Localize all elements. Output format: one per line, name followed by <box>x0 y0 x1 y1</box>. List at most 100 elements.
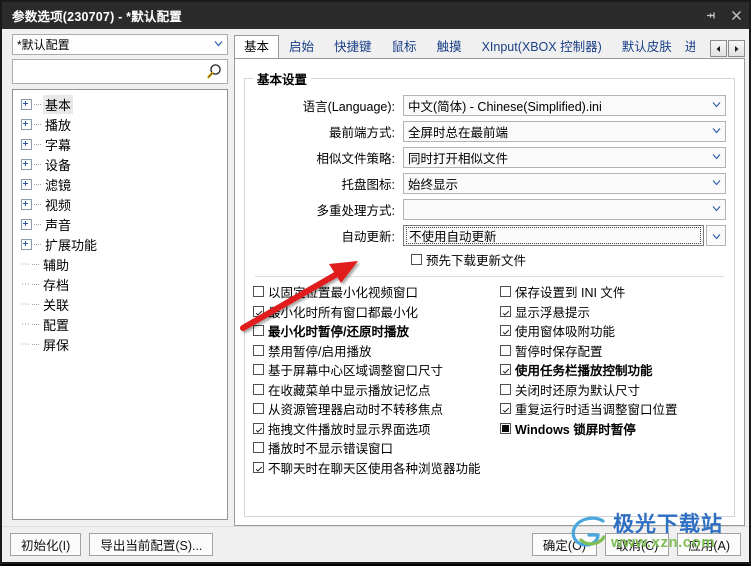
field-combo-valuebox[interactable]: 不使用自动更新 <box>403 225 704 246</box>
ok-button[interactable]: 确定(O) <box>531 533 597 556</box>
settings-tree[interactable]: 基本 播放 字幕 设备 滤镜 视频 声音 扩展功能 ⋯ 辅助 ⋯ 存档 ⋯ 关联 ⋯ 配置 ⋯ 屏保 <box>12 89 228 520</box>
predownload-update-checkbox[interactable]: 预先下载更新文件 <box>411 250 726 269</box>
apply-button[interactable]: 应用(A) <box>677 533 741 556</box>
field-row: 相似文件策略: 同时打开相似文件 <box>253 146 726 169</box>
expand-plus-icon[interactable] <box>21 98 32 110</box>
close-icon[interactable] <box>723 3 749 29</box>
tab-scroll-left-button[interactable] <box>710 40 727 57</box>
tab-scroll-right-button[interactable] <box>728 40 745 57</box>
initialize-button[interactable]: 初始化(I) <box>10 533 82 556</box>
field-combo-focused[interactable]: 不使用自动更新 <box>403 225 726 246</box>
option-checkbox[interactable]: 基于屏幕中心区域调整窗口尺寸 <box>253 360 500 380</box>
tab-4[interactable]: 触摸 <box>427 36 472 58</box>
option-checkbox[interactable]: 暂停时保存配置 <box>500 341 678 361</box>
field-combo[interactable] <box>403 199 726 220</box>
tree-item[interactable]: 设备 <box>13 154 227 174</box>
tree-item[interactable]: 视频 <box>13 194 227 214</box>
checkbox-label: 不聊天时在聊天区使用各种浏览器功能 <box>268 461 481 476</box>
option-checkbox[interactable]: 禁用暂停/启用播放 <box>253 341 500 361</box>
tree-item[interactable]: ⋯ 辅助 <box>13 254 227 274</box>
field-combo-value: 中文(简体) - Chinese(Simplified).ini <box>408 100 602 114</box>
tree-line <box>34 143 41 145</box>
tree-item[interactable]: ⋯ 屏保 <box>13 334 227 354</box>
option-checkbox[interactable]: 从资源管理器启动时不转移焦点 <box>253 399 500 419</box>
cancel-button[interactable]: 取消(C) <box>604 533 670 556</box>
tab-1[interactable]: 启始 <box>279 36 324 58</box>
tab-6[interactable]: 默认皮肤 <box>612 36 682 58</box>
expand-plus-icon[interactable] <box>21 178 32 190</box>
tree-item-label: 屏保 <box>43 337 70 353</box>
option-checkbox[interactable]: 显示浮悬提示 <box>500 302 678 322</box>
profile-select[interactable]: *默认配置 <box>12 34 228 55</box>
field-combo[interactable]: 同时打开相似文件 <box>403 147 726 168</box>
tree-item[interactable]: 声音 <box>13 214 227 234</box>
option-checkbox[interactable]: Windows 锁屏时暂停 <box>500 419 678 439</box>
chevron-down-icon <box>708 178 725 189</box>
field-combo-value: 全屏时总在最前端 <box>408 126 509 140</box>
tree-item[interactable]: 播放 <box>13 114 227 134</box>
checkbox-label: 最小化时暂停/还原时播放 <box>268 325 409 340</box>
field-row: 最前端方式: 全屏时总在最前端 <box>253 120 726 143</box>
option-checkbox[interactable]: 拖拽文件播放时显示界面选项 <box>253 419 500 439</box>
expand-plus-icon[interactable] <box>21 158 32 170</box>
checkbox-label: 显示浮悬提示 <box>515 305 591 320</box>
field-combo[interactable]: 始终显示 <box>403 173 726 194</box>
tab-7[interactable]: 进 <box>682 36 696 58</box>
checkbox-box <box>253 442 264 454</box>
option-checkbox[interactable]: 在收藏菜单中显示播放记忆点 <box>253 380 500 400</box>
tab-2[interactable]: 快捷键 <box>324 36 382 58</box>
expand-plus-icon[interactable] <box>21 118 32 130</box>
tab-0[interactable]: 基本 <box>234 35 280 58</box>
checkbox-column-left: 以固定位置最小化视频窗口 最小化时所有窗口都最小化最小化时暂停/还原时播放 禁用暂停… <box>253 282 500 477</box>
settings-fields: 语言(Language): 中文(简体) - Chinese(Simplified… <box>253 94 726 247</box>
expand-plus-icon[interactable] <box>21 238 32 250</box>
tree-item[interactable]: ⋯ 存档 <box>13 274 227 294</box>
tab-3[interactable]: 鼠标 <box>382 36 427 58</box>
tab-scroll-buttons <box>710 40 745 57</box>
option-checkbox[interactable]: 保存设置到 INI 文件 <box>500 282 678 302</box>
option-checkbox[interactable]: 以固定位置最小化视频窗口 <box>253 282 500 302</box>
tree-item[interactable]: ⋯ 配置 <box>13 314 227 334</box>
tree-item[interactable]: 基本 <box>13 94 227 114</box>
option-checkbox[interactable]: 重复运行时适当调整窗口位置 <box>500 399 678 419</box>
tree-item[interactable]: 滤镜 <box>13 174 227 194</box>
field-combo-value: 始终显示 <box>408 178 459 192</box>
option-checkbox[interactable]: 最小化时暂停/还原时播放 <box>253 321 500 341</box>
field-combo[interactable]: 中文(简体) - Chinese(Simplified).ini <box>403 95 726 116</box>
tree-line <box>34 103 41 105</box>
checkbox-label: 关闭时还原为默认尺寸 <box>515 383 641 398</box>
option-checkbox[interactable]: 使用任务栏播放控制功能 <box>500 360 678 380</box>
field-combo[interactable]: 全屏时总在最前端 <box>403 121 726 142</box>
checkbox-label: 暂停时保存配置 <box>515 344 603 359</box>
tab-5[interactable]: XInput(XBOX 控制器) <box>472 36 612 58</box>
expand-plus-icon[interactable] <box>21 138 32 150</box>
dialog-body: *默认配置 基本 播放 字幕 设备 滤镜 视频 声音 扩展功能 ⋯ 辅助 ⋯ 存档 ⋯ 关联 ⋯ 配置 ⋯ 屏保 <box>2 29 749 526</box>
expand-plus-icon[interactable] <box>21 218 32 230</box>
option-checkbox[interactable]: 不聊天时在聊天区使用各种浏览器功能 <box>253 458 500 478</box>
field-combo-dropdown-button[interactable] <box>706 225 726 246</box>
tree-item[interactable]: ⋯ 关联 <box>13 294 227 314</box>
search-box[interactable] <box>12 59 228 84</box>
tree-connector-icon: ⋯ <box>21 278 30 289</box>
basic-settings-group: 基本设置 语言(Language): 中文(简体) - Chinese(Simpl… <box>244 69 735 517</box>
option-checkbox[interactable]: 最小化时所有窗口都最小化 <box>253 302 500 322</box>
search-input[interactable] <box>13 59 201 84</box>
tree-item[interactable]: 扩展功能 <box>13 234 227 254</box>
pin-icon[interactable] <box>697 3 723 29</box>
tree-item[interactable]: 字幕 <box>13 134 227 154</box>
expand-plus-icon[interactable] <box>21 198 32 210</box>
option-checkbox[interactable]: 播放时不显示错误窗口 <box>253 438 500 458</box>
field-label: 托盘图标: <box>341 178 395 192</box>
export-config-button[interactable]: 导出当前配置(S)... <box>89 533 214 556</box>
tree-line <box>34 203 41 205</box>
checkbox-box <box>500 286 511 298</box>
checkbox-label: 使用任务栏播放控制功能 <box>515 364 653 379</box>
field-row: 语言(Language): 中文(简体) - Chinese(Simplified… <box>253 94 726 117</box>
option-checkbox[interactable]: 关闭时还原为默认尺寸 <box>500 380 678 400</box>
field-row: 托盘图标: 始终显示 <box>253 172 726 195</box>
option-checkbox[interactable]: 使用窗体吸附功能 <box>500 321 678 341</box>
search-icon[interactable] <box>201 63 227 80</box>
tree-item-label: 配置 <box>43 317 70 333</box>
tree-item-label: 设备 <box>45 157 72 173</box>
checkbox-box <box>500 325 511 337</box>
